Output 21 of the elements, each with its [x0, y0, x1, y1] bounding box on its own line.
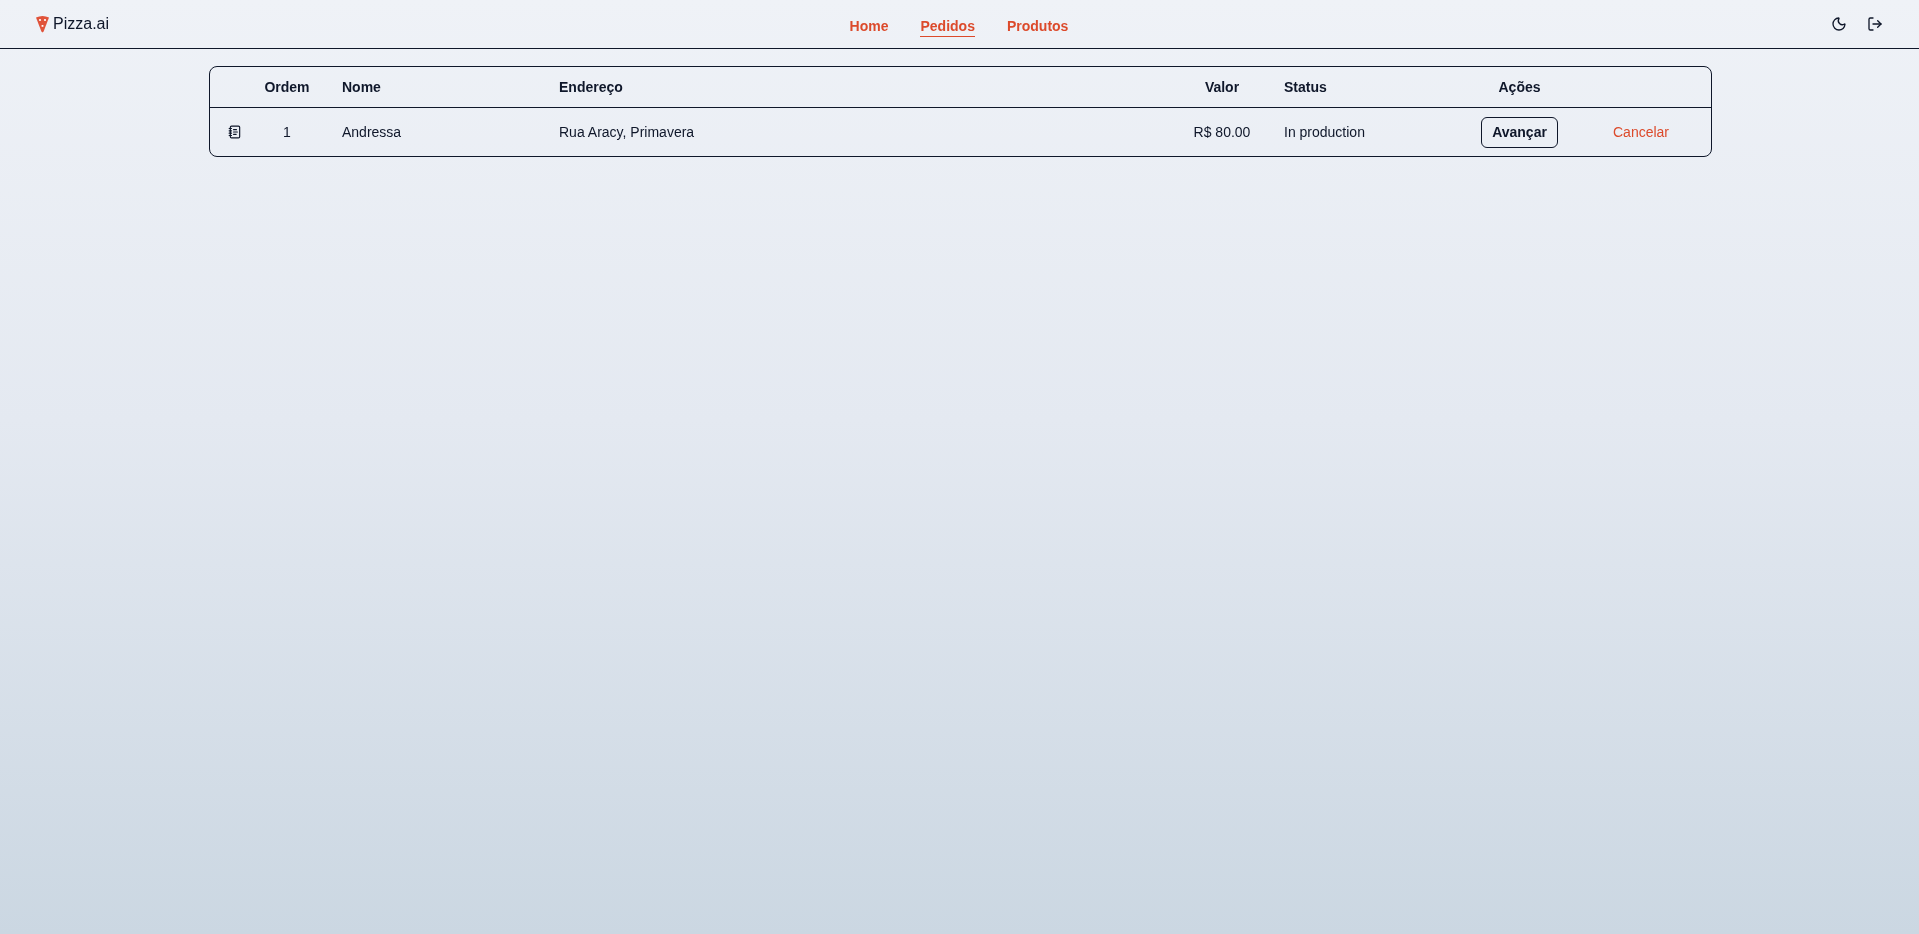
nav-link[interactable]: Pedidos	[920, 15, 975, 37]
order-cell-text: 1	[282, 124, 292, 140]
actions-header: Ações	[1497, 79, 1542, 95]
brand-name: Pizza.ai	[53, 15, 110, 33]
address-cell-text: Rua Aracy, Primavera	[558, 124, 696, 140]
name-header: Nome	[341, 79, 382, 95]
status-header: Status	[1283, 79, 1328, 95]
pizza-slice-icon	[35, 15, 50, 33]
value-header: Valor	[1203, 79, 1241, 95]
nav-link[interactable]: Home	[849, 15, 889, 37]
status-cell-text: In production	[1283, 124, 1366, 140]
name-cell-text: Andressa	[341, 124, 403, 140]
cancel-link[interactable]: Cancelar	[1613, 124, 1669, 140]
logout-icon[interactable]	[1867, 16, 1883, 32]
address-header: Endereço	[558, 79, 624, 95]
moon-icon[interactable]	[1831, 16, 1847, 32]
order-header: Ordem	[263, 79, 311, 95]
nav-link[interactable]: Produtos	[1006, 15, 1069, 37]
advance-button[interactable]: Avançar	[1481, 116, 1558, 148]
notebook-icon[interactable]	[228, 125, 242, 139]
value-cell-text: R$ 80.00	[1192, 124, 1252, 140]
